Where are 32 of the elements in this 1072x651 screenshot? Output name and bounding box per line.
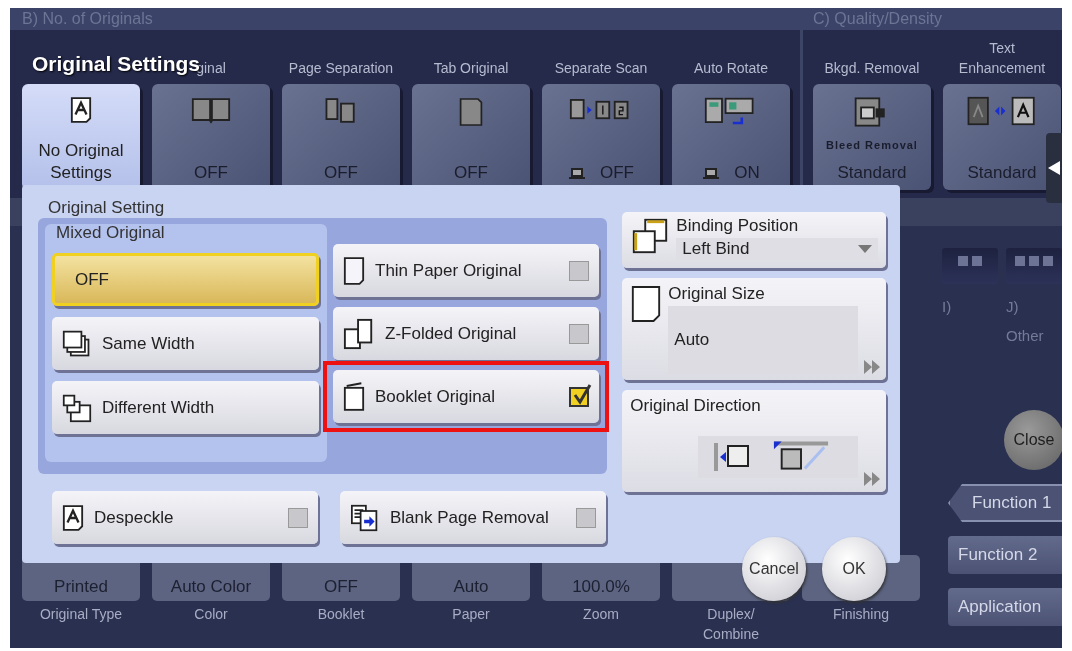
field-label: Original Direction xyxy=(630,396,762,416)
group-title: Original Setting xyxy=(48,198,165,217)
tile-label: Finishing xyxy=(832,605,890,624)
tile-value: OFF xyxy=(600,162,634,184)
tile-value: Standard xyxy=(967,162,1037,184)
tile-label: Page Separation xyxy=(288,59,394,78)
tile-label: I) xyxy=(942,298,952,315)
dropdown-value: Left Bind xyxy=(682,239,750,259)
tile-value: OFF xyxy=(454,162,488,184)
tile-label: Duplex/ Combine xyxy=(702,605,760,644)
tile-label: Booklet xyxy=(316,605,366,624)
tile-label: J) xyxy=(1006,298,1019,315)
tile-label: Tab Original xyxy=(433,59,509,78)
tile-label: Bkgd. Removal xyxy=(824,59,920,78)
tile-caption: Other xyxy=(1006,327,1044,344)
field-label: Original Size xyxy=(668,284,766,304)
tile-label: Separate Scan xyxy=(554,59,648,78)
tile-caption: Bleed Removal xyxy=(826,139,918,151)
tile-label: Color xyxy=(193,605,229,624)
tile-value: ON xyxy=(734,162,760,184)
tile-value: OFF xyxy=(324,162,358,184)
tile-value: Standard xyxy=(837,162,907,184)
tile-label: Paper xyxy=(451,605,491,624)
tile-label: Original Type xyxy=(38,605,124,624)
tile-label: Text Enhancement xyxy=(957,39,1047,78)
field-value: Auto xyxy=(674,330,710,350)
tile-value: OFF xyxy=(194,162,228,184)
tile-label: Zoom xyxy=(582,605,620,624)
tile-value: No Original Settings xyxy=(37,140,125,184)
subgroup-title: Mixed Original xyxy=(56,223,165,242)
tile-label: Auto Rotate xyxy=(694,59,768,78)
field-label: Binding Position xyxy=(676,216,800,236)
